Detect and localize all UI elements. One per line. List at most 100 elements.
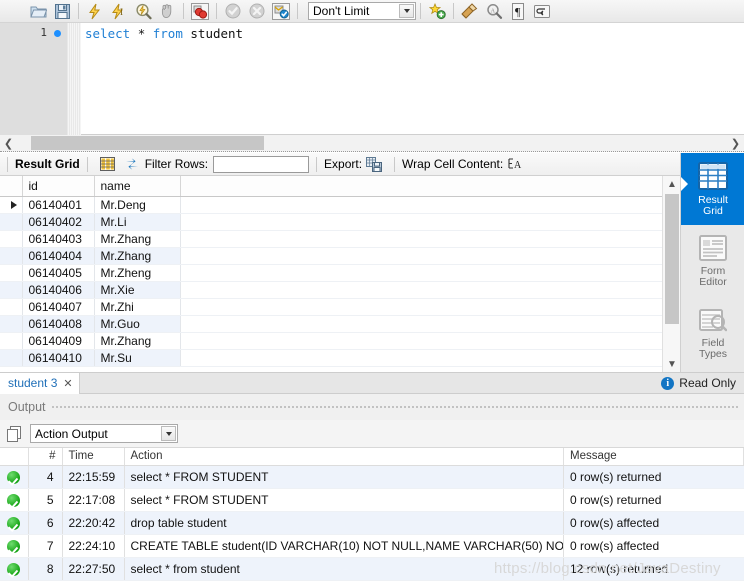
cell-id[interactable]: 06140401 bbox=[22, 196, 95, 214]
output-row[interactable]: 4 22:15:59 select * FROM STUDENT 0 row(s) r… bbox=[0, 465, 744, 489]
cell-id[interactable]: 06140406 bbox=[22, 281, 95, 299]
hscroll-track[interactable] bbox=[17, 136, 727, 150]
grid-view-toggle-icon[interactable] bbox=[98, 155, 117, 173]
cell-id[interactable]: 06140402 bbox=[22, 213, 95, 231]
result-grid[interactable]: id name 06140401 Mr.Deng 06140402 Mr.Li 0614… bbox=[0, 176, 680, 372]
stop-execution-icon[interactable] bbox=[156, 1, 178, 21]
output-cell-time: 22:24:10 bbox=[61, 534, 124, 558]
sidebar-item-field-types[interactable]: Field Types bbox=[681, 297, 744, 369]
table-row[interactable]: 06140410 Mr.Su bbox=[0, 349, 680, 367]
row-marker-cell[interactable] bbox=[0, 349, 23, 367]
table-row[interactable]: 06140406 Mr.Xie bbox=[0, 281, 680, 299]
statement-marker-icon bbox=[54, 30, 61, 37]
cell-name[interactable]: Mr.Zhi bbox=[94, 298, 181, 316]
toolbar-separator-3 bbox=[216, 3, 217, 19]
row-marker-cell[interactable] bbox=[0, 264, 23, 282]
row-marker-cell[interactable] bbox=[0, 196, 23, 214]
table-row[interactable]: 06140408 Mr.Guo bbox=[0, 315, 680, 333]
clear-sql-icon[interactable] bbox=[459, 1, 481, 21]
table-row[interactable]: 06140405 Mr.Zheng bbox=[0, 264, 680, 282]
beautify-sql-icon[interactable] bbox=[426, 1, 448, 21]
toggle-autocommit-icon[interactable] bbox=[270, 1, 292, 21]
field-types-icon bbox=[699, 307, 728, 336]
wrap-cell-toggle-icon[interactable]: A bbox=[506, 155, 525, 173]
cell-name[interactable]: Mr.Xie bbox=[94, 281, 181, 299]
cell-name[interactable]: Mr.Li bbox=[94, 213, 181, 231]
table-row[interactable]: 06140402 Mr.Li bbox=[0, 213, 680, 231]
row-marker-cell[interactable] bbox=[0, 213, 23, 231]
row-limit-dropdown[interactable]: Don't Limit bbox=[308, 2, 416, 20]
scroll-left-icon[interactable]: ❮ bbox=[0, 135, 17, 151]
cell-name[interactable]: Mr.Zhang bbox=[94, 332, 181, 350]
table-row[interactable]: 06140404 Mr.Zhang bbox=[0, 247, 680, 265]
cell-name[interactable]: Mr.Su bbox=[94, 349, 181, 367]
output-row[interactable]: 8 22:27:50 select * from student 12 row(s) … bbox=[0, 557, 744, 581]
cell-name[interactable]: Mr.Guo bbox=[94, 315, 181, 333]
cell-filler bbox=[180, 264, 680, 282]
output-mode-dropdown[interactable]: Action Output bbox=[30, 424, 178, 443]
column-header-name[interactable]: name bbox=[94, 176, 181, 197]
hscroll-thumb[interactable] bbox=[31, 136, 264, 150]
cell-name[interactable]: Mr.Zhang bbox=[94, 230, 181, 248]
column-header-id[interactable]: id bbox=[22, 176, 95, 197]
output-row[interactable]: 7 22:24:10 CREATE TABLE student(ID VARCHAR… bbox=[0, 534, 744, 558]
table-row[interactable]: 06140403 Mr.Zhang bbox=[0, 230, 680, 248]
sidebar-item-result-grid[interactable]: Result Grid bbox=[681, 153, 744, 225]
toggle-wrapping-icon[interactable] bbox=[531, 1, 553, 21]
action-output-table-container[interactable]: # Time Action Message 4 22:15:59 select * … bbox=[0, 448, 744, 588]
execute-current-statement-icon[interactable]: I bbox=[108, 1, 130, 21]
cell-name[interactable]: Mr.Zhang bbox=[94, 247, 181, 265]
row-marker-cell[interactable] bbox=[0, 332, 23, 350]
row-marker-cell[interactable] bbox=[0, 247, 23, 265]
toolbar-separator-5 bbox=[420, 3, 421, 19]
explain-statement-icon[interactable] bbox=[132, 1, 154, 21]
cell-name[interactable]: Mr.Deng bbox=[94, 196, 181, 214]
table-row[interactable]: 06140401 Mr.Deng bbox=[0, 196, 680, 214]
cell-id[interactable]: 06140408 bbox=[22, 315, 95, 333]
commit-icon[interactable] bbox=[222, 1, 244, 21]
export-recordset-icon[interactable] bbox=[365, 155, 384, 173]
row-marker-cell[interactable] bbox=[0, 230, 23, 248]
output-row[interactable]: 6 22:20:42 drop table student 0 row(s) affe… bbox=[0, 511, 744, 535]
refresh-icon[interactable] bbox=[123, 155, 142, 173]
sql-editor[interactable]: 1 select * from student bbox=[0, 23, 744, 135]
cell-id[interactable]: 06140403 bbox=[22, 230, 95, 248]
execute-statement-icon[interactable] bbox=[84, 1, 106, 21]
close-icon[interactable]: ✕ bbox=[63, 377, 72, 390]
toggle-stop-on-error-icon[interactable] bbox=[189, 1, 211, 21]
toggle-invisible-chars-icon[interactable]: ¶ bbox=[507, 1, 529, 21]
table-row[interactable]: 06140409 Mr.Zhang bbox=[0, 332, 680, 350]
cell-id[interactable]: 06140410 bbox=[22, 349, 95, 367]
chevron-down-icon[interactable] bbox=[399, 4, 414, 18]
filter-rows-input[interactable] bbox=[213, 155, 310, 173]
cell-id[interactable]: 06140407 bbox=[22, 298, 95, 316]
output-header-action: Action bbox=[124, 448, 564, 466]
scroll-right-icon[interactable]: ❯ bbox=[727, 135, 744, 151]
output-cell-num: 7 bbox=[27, 534, 62, 558]
find-icon[interactable]: A bbox=[483, 1, 505, 21]
scroll-down-icon[interactable]: ▼ bbox=[663, 356, 681, 372]
cell-name[interactable]: Mr.Zheng bbox=[94, 264, 181, 282]
open-sql-file-icon[interactable] bbox=[27, 1, 49, 21]
output-row[interactable]: 5 22:17:08 select * FROM STUDENT 0 row(s) r… bbox=[0, 488, 744, 512]
sidebar-item-form-editor[interactable]: Form Editor bbox=[681, 225, 744, 297]
cell-id[interactable]: 06140404 bbox=[22, 247, 95, 265]
row-marker-cell[interactable] bbox=[0, 298, 23, 316]
sql-space-2 bbox=[145, 26, 153, 41]
output-header-num: # bbox=[28, 448, 63, 466]
chevron-down-icon[interactable] bbox=[161, 426, 176, 441]
cell-id[interactable]: 06140405 bbox=[22, 264, 95, 282]
output-stack-icon[interactable] bbox=[6, 425, 24, 443]
sql-code-line[interactable]: select * from student bbox=[85, 26, 243, 41]
save-sql-file-icon[interactable] bbox=[51, 1, 73, 21]
rollback-icon[interactable] bbox=[246, 1, 268, 21]
editor-horizontal-scrollbar[interactable]: ❮ ❯ bbox=[0, 135, 744, 152]
vscroll-thumb[interactable] bbox=[665, 194, 679, 324]
result-tab-student-3[interactable]: student 3 ✕ bbox=[0, 372, 80, 394]
scroll-up-icon[interactable]: ▲ bbox=[663, 176, 681, 192]
row-marker-cell[interactable] bbox=[0, 315, 23, 333]
cell-id[interactable]: 06140409 bbox=[22, 332, 95, 350]
result-grid-vertical-scrollbar[interactable]: ▲ ▼ bbox=[662, 176, 680, 372]
row-marker-cell[interactable] bbox=[0, 281, 23, 299]
table-row[interactable]: 06140407 Mr.Zhi bbox=[0, 298, 680, 316]
